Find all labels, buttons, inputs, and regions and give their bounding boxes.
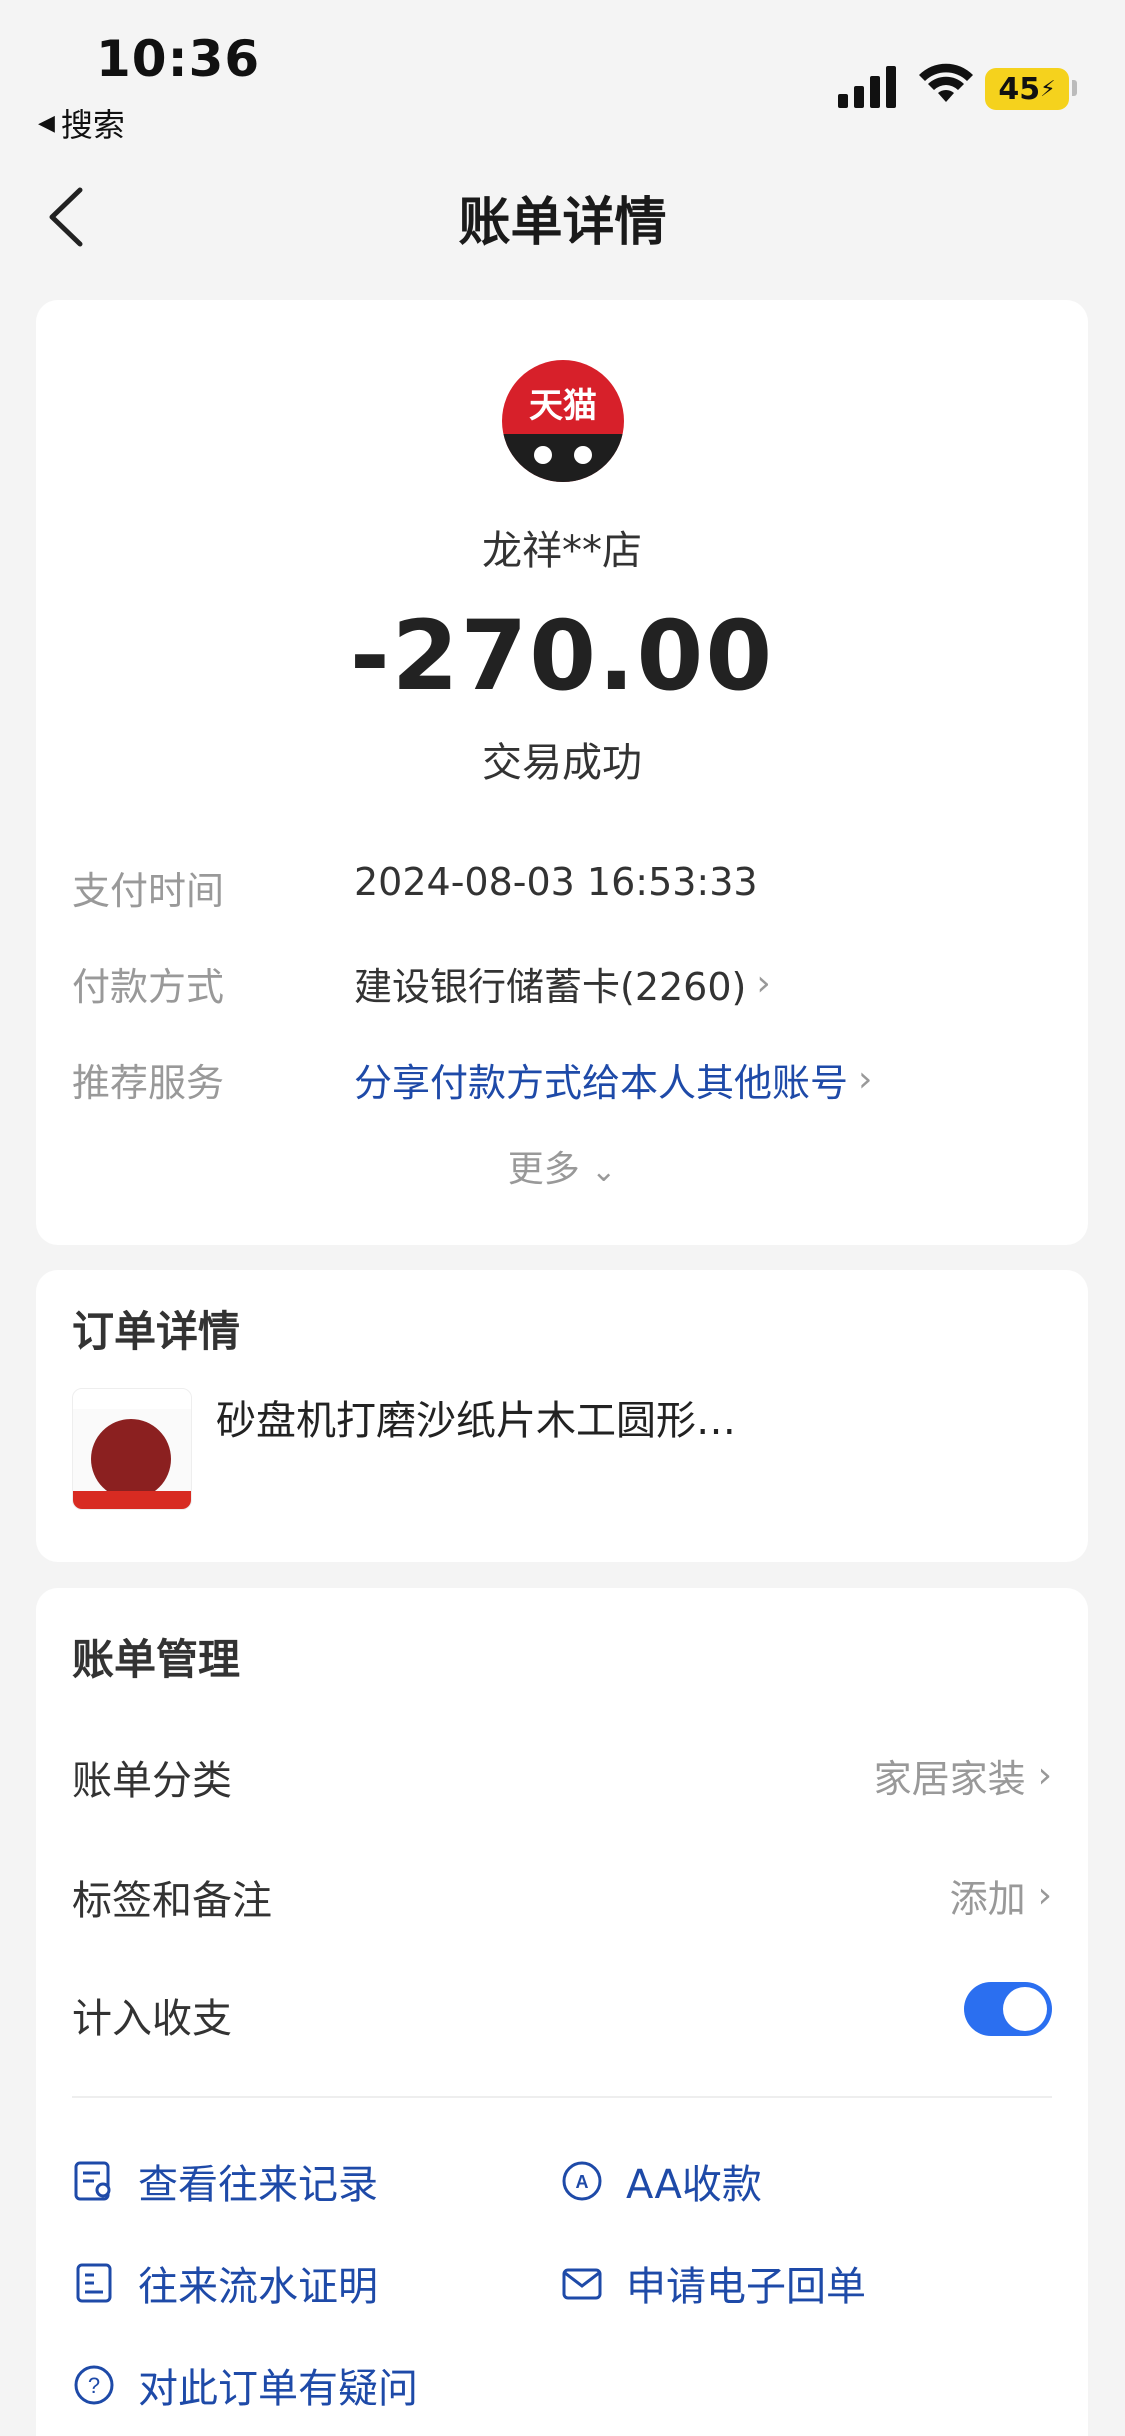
back-triangle-icon: ◀ [38, 110, 55, 136]
aa-icon: A [562, 2161, 602, 2201]
chevron-down-icon: ⌄ [591, 1154, 617, 1189]
logo-text: 天猫 [529, 386, 597, 426]
cellular-signal-icon [838, 66, 896, 108]
bill-category-row[interactable]: 账单分类 家居家装 › [72, 1748, 1052, 1808]
order-detail-card[interactable]: 订单详情 砂盘机打磨沙纸片木工圆形… [36, 1270, 1088, 1562]
chevron-right-icon: › [756, 963, 771, 1004]
product-disc-shape [91, 1419, 171, 1499]
order-question-label: 对此订单有疑问 [138, 2366, 418, 2412]
trade-status: 交易成功 [482, 740, 642, 786]
more-label: 更多 [507, 1149, 580, 1190]
pay-time-text: 2024-08-03 16:53:33 [354, 860, 758, 904]
payment-method-text: 建设银行储蓄卡(2260) [354, 965, 747, 1009]
recommend-service-link[interactable]: 分享付款方式给本人其他账号 › [354, 1052, 872, 1107]
tag-note-label: 标签和备注 [72, 1878, 272, 1924]
tmall-logo: 天猫 [502, 360, 624, 482]
svg-text:A: A [576, 2172, 589, 2192]
e-receipt-label: 申请电子回单 [626, 2264, 866, 2310]
toggle-knob [1003, 1987, 1047, 2031]
view-history-button[interactable]: 查看往来记录 [72, 2152, 378, 2210]
chevron-right-icon: › [1037, 1755, 1052, 1796]
status-bar: 10:36 ◀ 搜索 45 ⚡ [0, 0, 1125, 150]
product-name[interactable]: 砂盘机打磨沙纸片木工圆形… [216, 1388, 736, 1446]
mail-icon [562, 2268, 602, 2300]
pay-time-value: 2024-08-03 16:53:33 [354, 860, 758, 904]
tag-note-text: 添加 [949, 1877, 1026, 1921]
bill-summary-card: 天猫 龙祥**店 -270.00 交易成功 支付时间 2024-08-03 16… [36, 300, 1088, 1245]
flow-proof-label: 往来流水证明 [138, 2264, 378, 2310]
pay-time-label: 支付时间 [72, 869, 225, 913]
battery-icon: 45 ⚡ [985, 68, 1069, 110]
product-thumbnail-band [73, 1491, 191, 1509]
bill-amount: -270.00 [349, 600, 775, 712]
bill-category-value: 家居家装 › [874, 1748, 1052, 1803]
recommend-service-label: 推荐服务 [72, 1061, 225, 1105]
battery-cap [1072, 80, 1077, 96]
logo-eye-left [534, 446, 552, 464]
record-list-icon [74, 2161, 111, 2201]
recommend-service-text: 分享付款方式给本人其他账号 [354, 1061, 849, 1105]
tag-note-row[interactable]: 标签和备注 添加 › [72, 1868, 1052, 1928]
include-income-label: 计入收支 [72, 1996, 232, 2042]
product-thumbnail-header [73, 1389, 191, 1409]
page-title: 账单详情 [458, 193, 667, 253]
tag-note-value: 添加 › [950, 1868, 1052, 1923]
svg-text:?: ? [88, 2373, 100, 2398]
merchant-name[interactable]: 龙祥**店 [36, 518, 1088, 576]
bill-category-label: 账单分类 [72, 1758, 232, 1804]
more-button[interactable]: 更多 ⌄ [36, 1140, 1088, 1192]
back-app-label: 搜索 [60, 106, 125, 144]
back-to-app-link[interactable]: ◀ 搜索 [38, 100, 125, 146]
include-income-row: 计入收支 [72, 1982, 1052, 2046]
document-icon [76, 2263, 112, 2303]
payment-method-label: 付款方式 [72, 965, 225, 1009]
logo-eye-right [574, 446, 592, 464]
include-income-toggle[interactable] [964, 1982, 1052, 2036]
order-question-button[interactable]: ? 对此订单有疑问 [72, 2356, 418, 2414]
divider [72, 2096, 1052, 2098]
wifi-icon [919, 63, 973, 102]
status-time: 10:36 [96, 30, 261, 88]
product-thumbnail [72, 1388, 192, 1510]
bill-manage-card: 账单管理 账单分类 家居家装 › 标签和备注 添加 › 计入收支 查看往来记录 [36, 1588, 1088, 2436]
chevron-right-icon: › [1037, 1875, 1052, 1916]
nav-bar: 账单详情 [0, 160, 1125, 270]
e-receipt-button[interactable]: 申请电子回单 [560, 2254, 866, 2312]
question-icon: ? [74, 2365, 114, 2405]
manage-section-title: 账单管理 [72, 1635, 241, 1684]
payment-method-value[interactable]: 建设银行储蓄卡(2260) › [354, 956, 771, 1011]
chevron-right-icon: › [858, 1059, 873, 1100]
order-section-title: 订单详情 [72, 1307, 241, 1356]
flow-proof-button[interactable]: 往来流水证明 [72, 2254, 378, 2312]
bill-category-text: 家居家装 [873, 1757, 1026, 1801]
view-history-label: 查看往来记录 [138, 2162, 378, 2208]
aa-collect-button[interactable]: A AA收款 [560, 2152, 762, 2210]
aa-collect-label: AA收款 [626, 2162, 762, 2208]
logo-cat-face [502, 434, 624, 482]
battery-level: 45 [998, 71, 1041, 107]
